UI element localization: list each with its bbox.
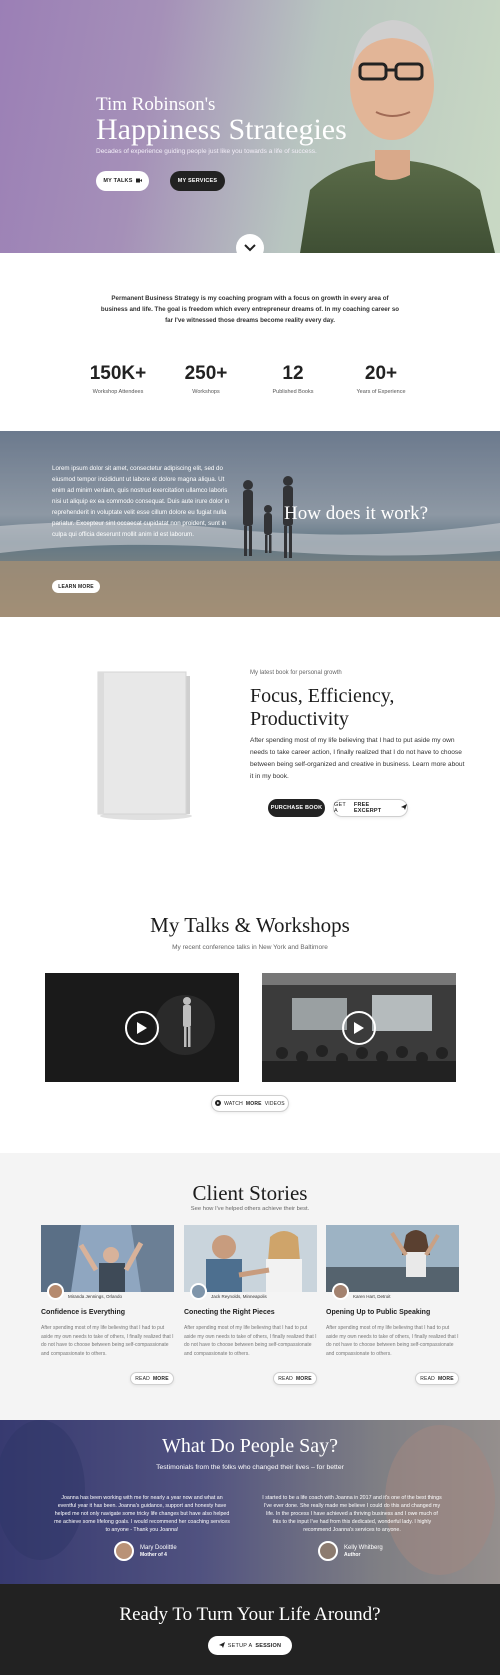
talk-video-1[interactable] (45, 973, 239, 1082)
testimonial-quote: I started to be a life coach with Joanna… (262, 1495, 442, 1533)
avatar (47, 1283, 64, 1300)
story-text: After spending most of my life believing… (41, 1325, 174, 1357)
story-text: After spending most of my life believing… (326, 1325, 459, 1357)
stat-books: 12 Published Books (253, 363, 333, 395)
testimonial-author: Mary Doolittle Mother of 4 (114, 1541, 177, 1561)
purchase-book-label: PURCHASE BOOK (270, 805, 323, 811)
free-excerpt-prefix: GET A (334, 802, 346, 814)
read-bold: MORE (295, 1375, 312, 1382)
story-text: After spending most of my life believing… (184, 1325, 317, 1357)
story-author: Miranda Jennings, Orlando (68, 1294, 123, 1299)
stat-value: 250+ (184, 363, 228, 384)
stat-attendees: 150K+ Workshop Attendees (78, 363, 158, 395)
story-card: Miranda Jennings, Orlando Confidence is … (41, 1225, 174, 1385)
avatar (114, 1541, 134, 1561)
stories-subtitle: See how I've helped others achieve their… (190, 1206, 310, 1212)
testimonials-title: What Do People Say? (161, 1435, 339, 1457)
avatar (318, 1541, 338, 1561)
story-title: Opening Up to Public Speaking (326, 1309, 431, 1316)
setup-prefix: SETUP A (227, 1642, 253, 1649)
purchase-book-button[interactable]: PURCHASE BOOK (268, 799, 325, 817)
read-more-button[interactable]: READ MORE (130, 1372, 174, 1385)
stat-experience: 20+ Years of Experience (341, 363, 421, 395)
read-prefix: READ (278, 1375, 293, 1382)
talks-title: My Talks & Workshops (150, 913, 350, 937)
book-title: Focus, Efficiency, Productivity (250, 685, 395, 730)
talks-subtitle: My recent conference talks in New York a… (172, 944, 328, 951)
read-bold: MORE (152, 1375, 169, 1382)
cta-section: Ready To Turn Your Life Around? SETUP A … (0, 1584, 500, 1675)
hero-section: Tim Robinson's Happiness Strategies Deca… (0, 0, 500, 253)
testimonial-author: Kelly Whitberg Author (318, 1541, 383, 1561)
hero-title: Happiness Strategies (96, 113, 347, 146)
stat-label: Published Books (272, 389, 314, 395)
read-bold: MORE (437, 1375, 454, 1382)
hero-subtitle: Decades of experience guiding people jus… (96, 148, 317, 155)
setup-session-button[interactable]: SETUP A SESSION (208, 1636, 292, 1655)
my-services-button[interactable]: MY SERVICES (170, 171, 225, 191)
testimonials-section: What Do People Say? Testimonials from th… (0, 1420, 500, 1584)
book-description: After spending most of my life believing… (250, 737, 465, 780)
story-author: Karen Hart, Detroit (353, 1294, 391, 1299)
testimonial-role: Author (344, 1552, 361, 1558)
read-more-button[interactable]: READ MORE (273, 1372, 317, 1385)
my-talks-label: MY TALKS (103, 178, 133, 184)
stat-workshops: 250+ Workshops (166, 363, 246, 395)
testimonial-quote: Joanna has been working with me for near… (54, 1495, 230, 1533)
learn-more-button[interactable]: LEARN MORE (52, 580, 100, 593)
story-image (184, 1225, 317, 1292)
story-title: Confidence is Everything (41, 1309, 126, 1316)
video-camera-icon (135, 178, 142, 185)
my-talks-button[interactable]: MY TALKS (96, 171, 149, 191)
how-title: How does it work? (284, 503, 429, 524)
play-icon[interactable] (125, 1011, 159, 1045)
watch-bold: MORE (245, 1100, 262, 1107)
my-services-label: MY SERVICES (177, 178, 218, 184)
stories-title: Client Stories (192, 1181, 308, 1205)
setup-bold: SESSION (255, 1642, 282, 1649)
stat-label: Years of Experience (356, 389, 406, 395)
stat-value: 150K+ (89, 363, 147, 384)
send-icon (401, 804, 407, 812)
talk-video-2[interactable] (262, 973, 456, 1082)
stat-label: Workshop Attendees (92, 389, 144, 395)
story-author: Jack Reynolds, Minneapolis (211, 1294, 267, 1299)
testimonial-name: Mary Doolittle (140, 1545, 177, 1551)
watch-prefix: WATCH (224, 1100, 243, 1107)
watch-suffix: VIDEOS (264, 1100, 285, 1107)
story-card: Karen Hart, Detroit Opening Up to Public… (326, 1225, 459, 1385)
testimonials-subtitle: Testimonials from the folks who changed … (156, 1464, 344, 1471)
read-prefix: READ (135, 1375, 150, 1382)
cta-title: Ready To Turn Your Life Around? (119, 1604, 381, 1625)
how-it-works-section: Lorem ipsum dolor sit amet, consectetur … (0, 431, 500, 617)
play-circle-icon (215, 1099, 222, 1108)
read-more-button[interactable]: READ MORE (415, 1372, 459, 1385)
story-image (326, 1225, 459, 1292)
story-image (41, 1225, 174, 1292)
play-icon[interactable] (342, 1011, 376, 1045)
testimonial-role: Mother of 4 (140, 1552, 167, 1558)
avatar (190, 1283, 207, 1300)
how-description: Lorem ipsum dolor sit amet, consectetur … (52, 465, 230, 538)
send-icon (218, 1641, 225, 1650)
stat-value: 20+ (364, 363, 398, 384)
read-prefix: READ (420, 1375, 435, 1382)
story-title: Conecting the Right Pieces (184, 1309, 275, 1316)
story-card: Jack Reynolds, Minneapolis Conecting the… (184, 1225, 317, 1385)
avatar (332, 1283, 349, 1300)
watch-more-videos-button[interactable]: WATCH MORE VIDEOS (211, 1095, 289, 1112)
intro-text: Permanent Business Strategy is my coachi… (100, 295, 400, 324)
free-excerpt-label: FREE EXCERPT (353, 802, 382, 814)
stat-value: 12 (282, 363, 304, 384)
scroll-down-button[interactable] (236, 234, 264, 253)
free-excerpt-button[interactable]: GET A FREE EXCERPT (333, 799, 408, 817)
book-cover-image (97, 671, 192, 820)
stat-label: Workshops (192, 389, 220, 395)
chevron-down-icon (244, 239, 256, 253)
book-kicker: My latest book for personal growth (250, 670, 342, 676)
testimonial-name: Kelly Whitberg (344, 1545, 383, 1551)
